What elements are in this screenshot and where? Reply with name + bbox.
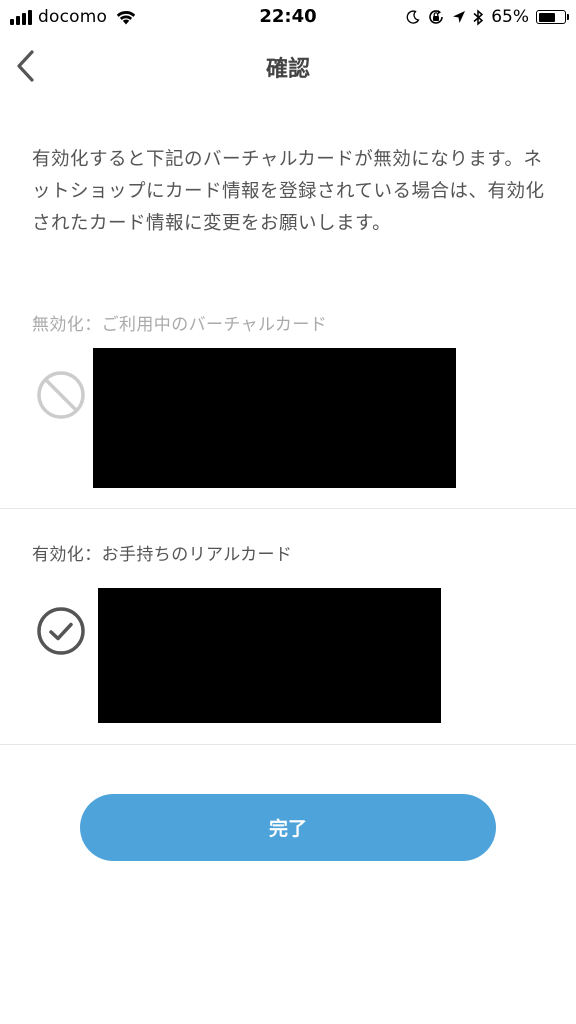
bluetooth-icon bbox=[473, 8, 484, 26]
prohibited-icon bbox=[37, 371, 85, 419]
status-bar: docomo 22:40 65% bbox=[0, 0, 576, 34]
battery-level bbox=[538, 12, 555, 22]
battery-percent: 65% bbox=[491, 7, 529, 27]
moon-icon bbox=[406, 10, 420, 24]
status-bar-right: 65% bbox=[406, 6, 569, 28]
done-button[interactable]: 完了 bbox=[80, 794, 496, 861]
divider bbox=[0, 508, 576, 509]
battery-icon bbox=[536, 10, 569, 24]
navigation-bar: 確認 bbox=[0, 34, 576, 98]
description-text: 有効化すると下記のバーチャルカードが無効になります。ネットショップにカード情報を… bbox=[32, 149, 545, 234]
page-title: 確認 bbox=[265, 57, 310, 82]
real-card-image bbox=[98, 588, 441, 723]
check-circle-icon bbox=[37, 607, 85, 655]
virtual-card-label: 無効化：ご利用中のバーチャルカード bbox=[32, 315, 328, 335]
orientation-lock-icon bbox=[429, 10, 444, 24]
divider bbox=[0, 744, 576, 745]
location-icon bbox=[453, 11, 466, 23]
real-card-label: 有効化：お手持ちのリアルカード bbox=[32, 545, 293, 565]
virtual-card-image bbox=[93, 348, 456, 488]
